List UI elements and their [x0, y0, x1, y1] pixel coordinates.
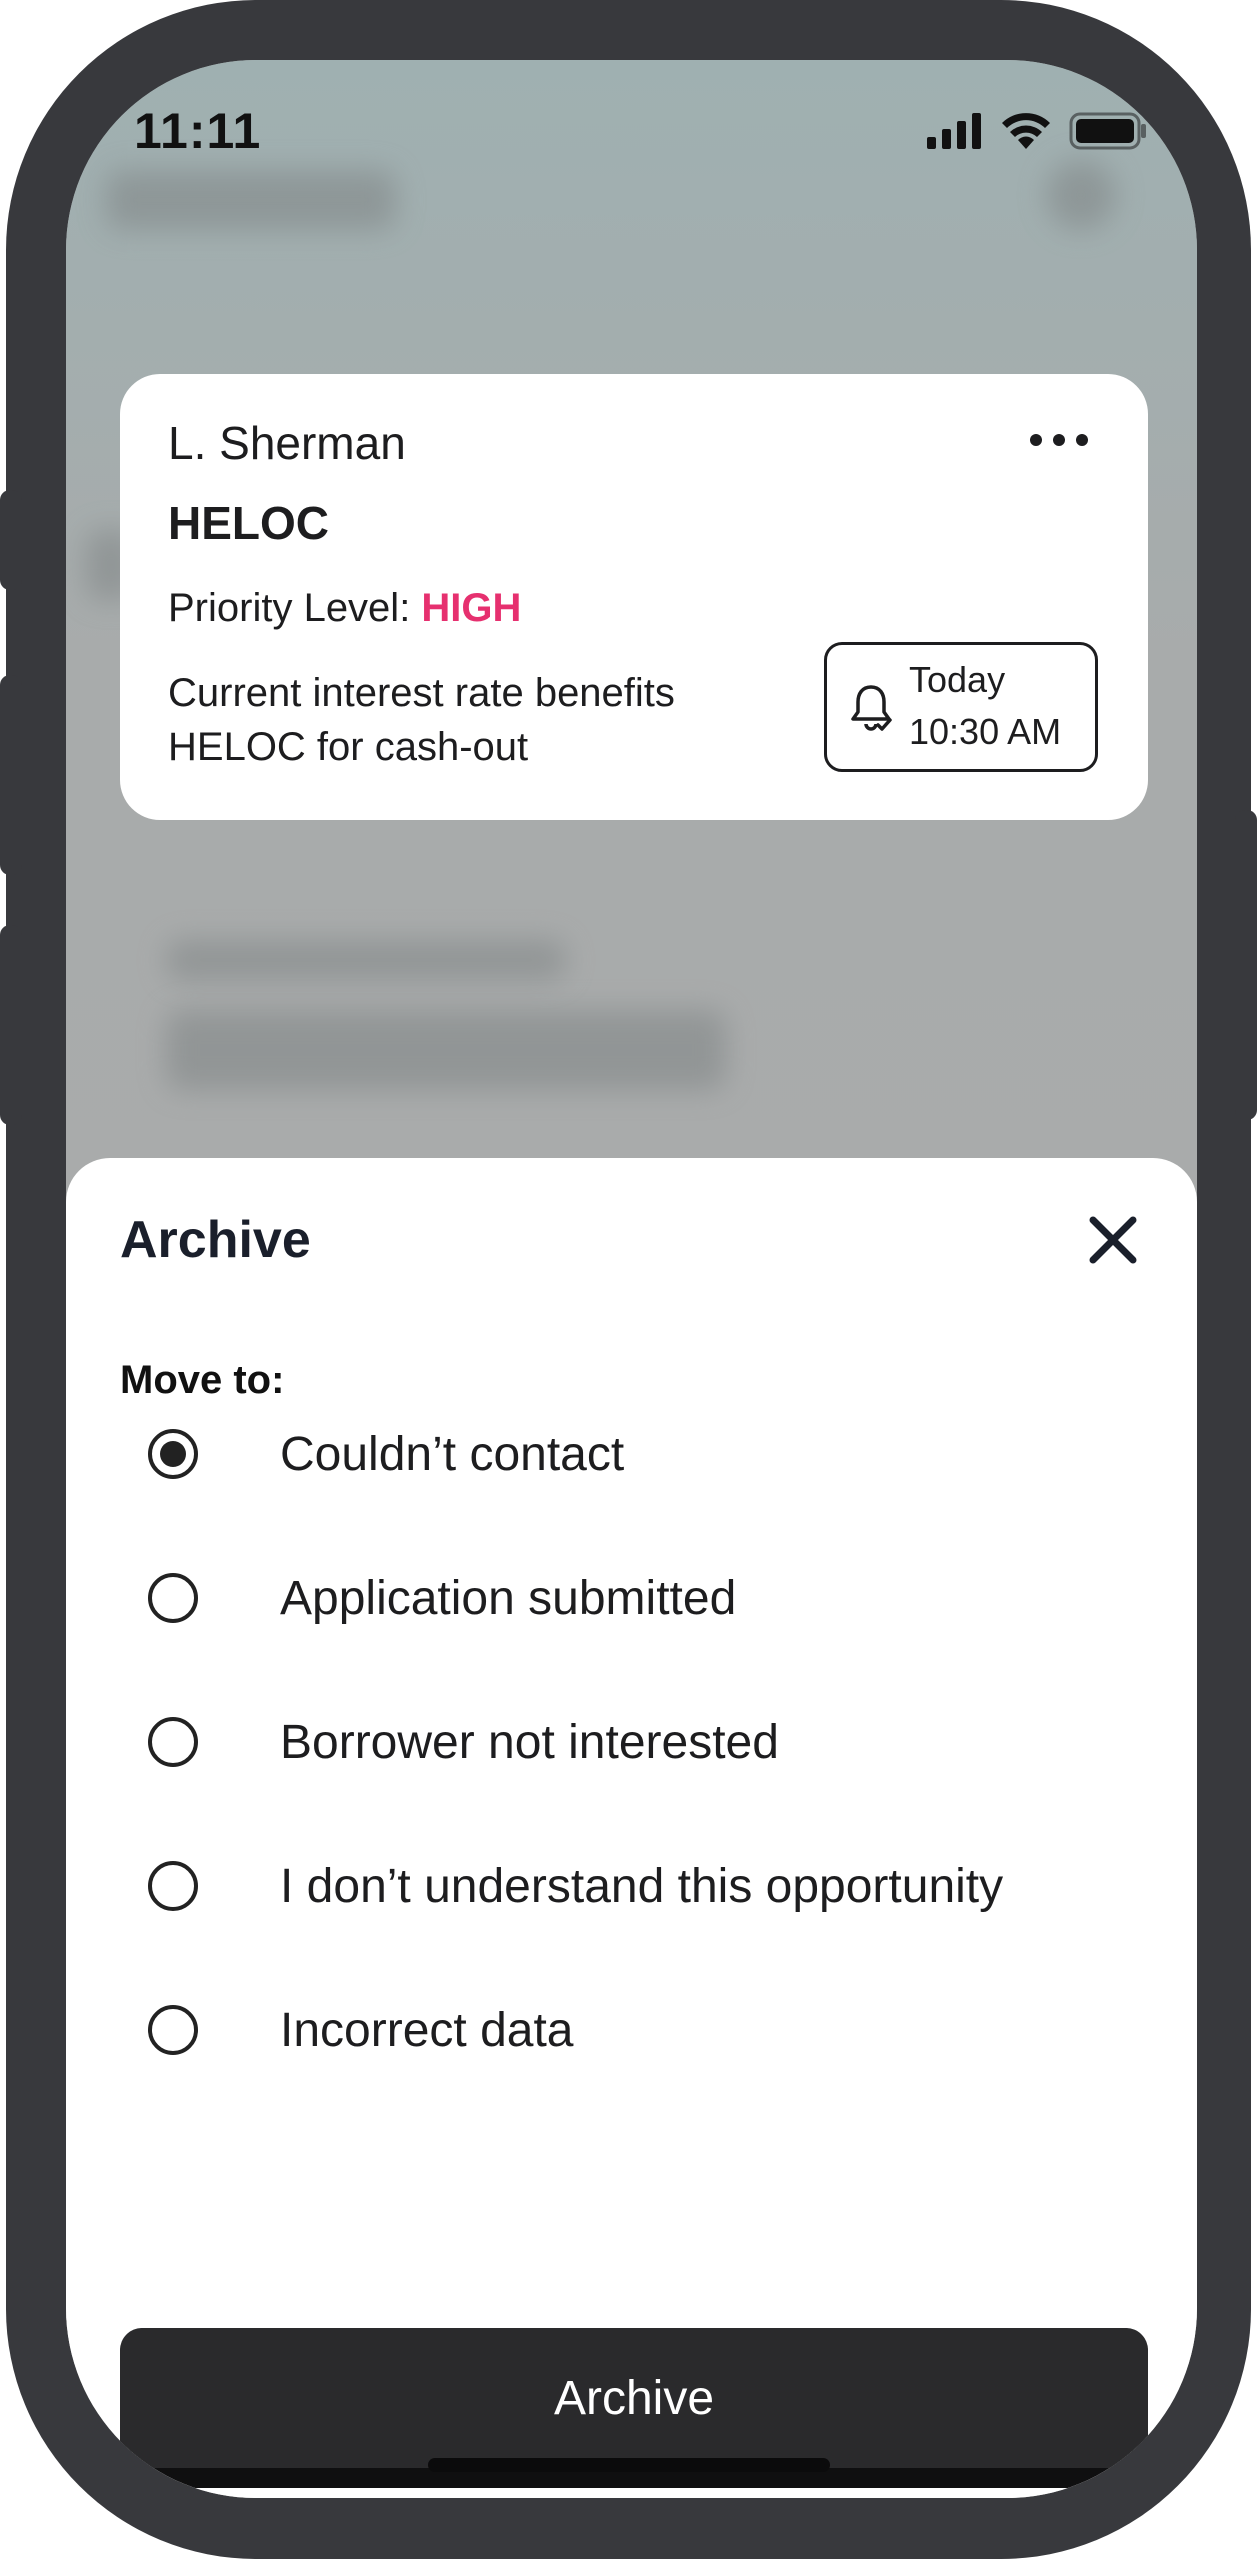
option-borrower-not-interested[interactable]: Borrower not interested: [148, 1702, 779, 1782]
volume-down-button: [0, 925, 22, 1125]
radio-unchecked-icon[interactable]: [148, 1861, 198, 1911]
option-label: Borrower not interested: [280, 1715, 779, 1769]
priority-value: HIGH: [421, 586, 522, 630]
close-icon[interactable]: [1083, 1210, 1143, 1270]
status-time: 11:11: [134, 103, 262, 159]
status-icons: [927, 112, 1147, 150]
radio-unchecked-icon[interactable]: [148, 1717, 198, 1767]
power-button: [1235, 810, 1257, 1120]
opportunity-description: Current interest rate benefits HELOC for…: [168, 671, 675, 769]
blurred-line: [166, 1010, 726, 1090]
radio-unchecked-icon[interactable]: [148, 2005, 198, 2055]
product-type: HELOC: [168, 497, 329, 549]
status-bar: 11:11: [66, 60, 1197, 210]
battery-icon: [1069, 112, 1146, 150]
reminder-time: 10:30 AM: [909, 711, 1062, 752]
opportunity-card: L. Sherman HELOC Priority Level: HIGH Cu…: [120, 374, 1148, 820]
option-incorrect-data[interactable]: Incorrect data: [148, 1990, 573, 2070]
wifi-icon: [1002, 113, 1050, 149]
cellular-signal-icon: [927, 113, 981, 149]
radio-checked-icon[interactable]: [148, 1429, 198, 1479]
option-label: Application submitted: [280, 1571, 737, 1625]
priority-label: Priority Level:: [168, 586, 422, 630]
silent-switch: [0, 490, 22, 590]
reminder-day: Today: [909, 659, 1006, 700]
archive-button-label: Archive: [120, 2328, 1148, 2468]
volume-up-button: [0, 675, 22, 875]
option-couldnt-contact[interactable]: Couldn’t contact: [148, 1414, 624, 1494]
priority-level: Priority Level: HIGH: [168, 586, 521, 631]
option-label: Couldn’t contact: [280, 1427, 625, 1481]
blurred-line: [166, 940, 566, 980]
more-horizontal-icon[interactable]: [1030, 434, 1088, 446]
bell-check-icon: [851, 685, 892, 731]
option-application-submitted[interactable]: Application submitted: [148, 1558, 736, 1638]
screen: 11:11 L. Sherman HELOC Priority Level: H…: [66, 60, 1197, 2498]
phone-frame: 11:11 L. Sherman HELOC Priority Level: H…: [0, 0, 1257, 2559]
archive-bottom-sheet: Archive Move to: Couldn’t contact Applic…: [66, 1158, 1197, 2498]
client-name: L. Sherman: [168, 417, 406, 469]
reminder-badge[interactable]: Today 10:30 AM: [824, 642, 1098, 772]
option-label: I don’t understand this opportunity: [280, 1859, 1004, 1913]
radio-unchecked-icon[interactable]: [148, 1573, 198, 1623]
option-label: Incorrect data: [280, 2003, 574, 2057]
move-to-label: Move to:: [120, 1358, 285, 1402]
home-indicator[interactable]: [428, 2458, 830, 2472]
sheet-title: Archive: [120, 1211, 311, 1269]
option-dont-understand[interactable]: I don’t understand this opportunity: [148, 1846, 1003, 1926]
